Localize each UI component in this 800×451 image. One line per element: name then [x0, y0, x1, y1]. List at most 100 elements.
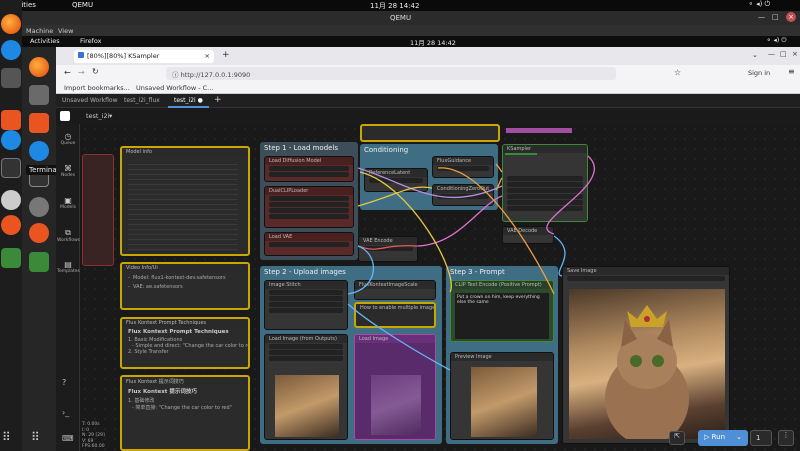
queue-icon: ◷: [64, 132, 72, 141]
run-label: Run: [711, 433, 726, 441]
sidebar-queue[interactable]: ◷ Queue: [59, 132, 77, 146]
workflow-tab-flux[interactable]: test_i2i_flux: [118, 94, 166, 108]
guest-snap-icon[interactable]: [29, 223, 49, 243]
guest-activities[interactable]: Activities: [30, 37, 60, 45]
guest-disk-icon[interactable]: [29, 197, 49, 217]
graph-canvas[interactable]: T: 0.00s I: 0 N: 29 [29] V: 69 FPS:60.00…: [80, 124, 800, 451]
recycle-icon[interactable]: [1, 248, 21, 268]
run-caret-icon[interactable]: ⌄: [736, 433, 742, 441]
browser-tab-bar: [80%][80%] KSampler × + ⌄ — □ ×: [56, 47, 800, 65]
comfy-logo[interactable]: [60, 111, 70, 121]
sign-in-button[interactable]: Sign in: [748, 69, 770, 77]
wire-image-encode: [347, 245, 374, 295]
sidebar-label: Queue: [60, 141, 76, 146]
wires-layer: [347, 155, 596, 371]
host-dock: ⠿: [0, 0, 22, 451]
models-icon: ▣: [64, 196, 72, 205]
window-close-icon[interactable]: ×: [792, 50, 798, 58]
sidebar-nodes[interactable]: ⌘ Nodes: [59, 164, 77, 178]
help-icon[interactable]: [1, 40, 21, 60]
guest-status-icons[interactable]: ⚬ ◂) ⏻: [766, 36, 787, 45]
wire-image-save: [553, 235, 566, 277]
menu-machine[interactable]: Machine: [26, 27, 53, 35]
sidebar-label: Models: [60, 205, 76, 210]
guest-clock[interactable]: 11月 28 14:42: [410, 37, 456, 47]
wire-latent: [417, 195, 503, 247]
minimize-icon[interactable]: —: [758, 13, 765, 21]
forward-icon[interactable]: →: [78, 68, 85, 77]
canvas-mode-icon[interactable]: ⇱: [669, 431, 685, 445]
guest-firefox-icon[interactable]: [29, 57, 49, 77]
workflow-menu-caret-icon[interactable]: ▾: [109, 112, 112, 120]
sidebar-models[interactable]: ▣ Models: [59, 196, 77, 210]
run-options-icon[interactable]: ⋮: [778, 430, 794, 446]
menu-icon[interactable]: ≡: [788, 67, 795, 76]
workflow-tab-unsaved[interactable]: Unsaved Workflow: [56, 94, 124, 108]
wire-negative: [495, 177, 503, 191]
nodes-icon: ⌘: [64, 164, 72, 173]
url-input[interactable]: ⓘ http://127.0.0.1:9090: [166, 67, 616, 80]
workflow-tabs: Unsaved Workflow test_i2i_flux test_i2i …: [56, 94, 800, 108]
window-restore-icon[interactable]: □: [780, 50, 787, 58]
files-icon[interactable]: [1, 68, 21, 88]
keyboard-icon[interactable]: ⌨: [62, 434, 74, 443]
workflow-tab-active[interactable]: test_i2i ●: [168, 94, 209, 108]
pocket-icon[interactable]: ☆: [674, 68, 681, 77]
maximize-icon[interactable]: □: [772, 13, 779, 21]
help-icon-sidebar[interactable]: ?: [62, 378, 66, 387]
wire-samples: [546, 155, 596, 235]
firefox-icon[interactable]: [1, 14, 21, 34]
sidebar-label: Templates: [57, 269, 80, 274]
page-info-icon[interactable]: ⓘ: [172, 71, 179, 79]
unsaved-dot: ●: [197, 97, 203, 104]
sidebar-label: Workflows: [57, 238, 81, 243]
bookmark-import[interactable]: Import bookmarks...: [64, 84, 130, 92]
qemu-menubar: Machine View: [0, 25, 800, 36]
wire-model: [357, 167, 503, 199]
play-icon: ▷: [704, 433, 710, 441]
run-count-input[interactable]: 1: [750, 430, 772, 446]
terminal-icon[interactable]: [1, 158, 21, 178]
reload-icon[interactable]: ↻: [92, 67, 99, 76]
wire-vae: [357, 245, 419, 250]
guest-top-bar: Activities Firefox 11月 28 14:42 ⚬ ◂) ⏻: [22, 36, 800, 47]
url-text: http://127.0.0.1:9090: [180, 71, 251, 79]
workflow-tab-label: Unsaved Workflow: [62, 97, 118, 104]
os-clock[interactable]: 11月 28 14:42: [370, 1, 419, 11]
bookmark-workflow[interactable]: Unsaved Workflow - C...: [136, 84, 213, 92]
add-workflow-button[interactable]: +: [214, 95, 222, 105]
help-icon-2[interactable]: [1, 130, 21, 150]
snap-icon[interactable]: [1, 215, 21, 235]
tab-title: [80%][80%] KSampler: [87, 52, 160, 60]
close-icon[interactable]: ×: [786, 12, 796, 22]
guest-software-icon[interactable]: [29, 113, 49, 133]
bookmarks-bar: Import bookmarks... Unsaved Workflow - C…: [56, 82, 800, 94]
wire-cond: [437, 167, 555, 295]
guest-app[interactable]: Firefox: [80, 37, 102, 45]
tab-close-icon[interactable]: ×: [205, 52, 210, 60]
menu-view[interactable]: View: [58, 27, 73, 35]
tab-list-icon[interactable]: ⌄: [752, 51, 758, 59]
window-minimize-icon[interactable]: —: [768, 50, 775, 58]
sidebar-templates[interactable]: ▤ Templates: [57, 260, 80, 274]
terminal-sidebar-icon[interactable]: ›_: [62, 408, 69, 417]
disk-icon[interactable]: [1, 190, 21, 210]
apps-grid-icon[interactable]: ⠿: [2, 430, 11, 444]
back-icon[interactable]: ←: [64, 68, 71, 77]
software-icon[interactable]: [1, 110, 21, 130]
workflow-name[interactable]: test_i2i: [86, 112, 109, 120]
guest-recycle-icon[interactable]: [29, 252, 49, 272]
templates-icon: ▤: [64, 260, 72, 269]
sidebar-workflows[interactable]: ⧉ Workflows: [57, 228, 81, 243]
workflows-icon: ⧉: [65, 228, 71, 237]
guest-help-icon[interactable]: [29, 141, 49, 161]
wire-clip: [357, 186, 433, 207]
guest-files-icon[interactable]: [29, 85, 49, 105]
os-status-icons[interactable]: ⚬ ◂) ⏻: [748, 0, 770, 9]
workflow-toolbar: test_i2i ▾: [56, 108, 800, 124]
guest-apps-grid-icon[interactable]: ⠿: [31, 430, 40, 444]
workflow-tab-label: test_i2i_flux: [124, 97, 160, 104]
run-button[interactable]: ▷ Run ⌄: [698, 430, 748, 446]
browser-tab[interactable]: [80%][80%] KSampler ×: [74, 50, 214, 63]
new-tab-icon[interactable]: +: [222, 50, 230, 60]
